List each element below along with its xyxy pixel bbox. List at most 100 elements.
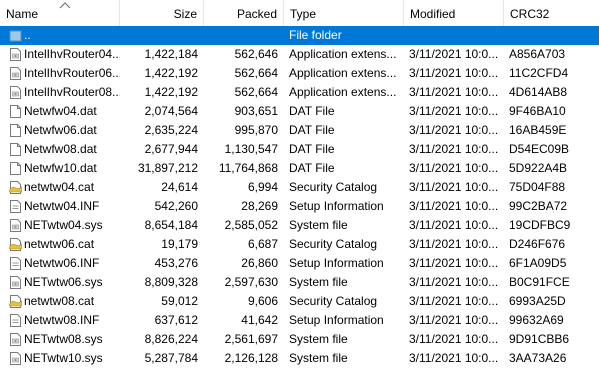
table-row[interactable]: netwtw06.cat 19,179 6,687 Security Catalog 3…: [0, 235, 599, 254]
setup-info-icon: [10, 200, 21, 213]
row-modified: 3/11/2021 10:0...: [409, 294, 499, 308]
row-modified: 3/11/2021 10:0...: [409, 142, 499, 156]
row-size: 8,809,328: [144, 275, 198, 289]
table-row[interactable]: Netwtw04.INF 542,260 28,269 Setup Informati…: [0, 197, 599, 216]
row-type: Application extens...: [289, 66, 397, 80]
column-header-crc32[interactable]: CRC32: [504, 0, 599, 26]
row-type: Application extens...: [289, 47, 397, 61]
folder-up-icon: [9, 30, 22, 42]
row-packed: 26,860: [241, 256, 278, 270]
table-row[interactable]: IntelIhvRouter06... 1,422,192 562,664 Appli…: [0, 64, 599, 83]
row-packed: 562,664: [234, 66, 278, 80]
column-header-type[interactable]: Type: [284, 0, 404, 26]
row-packed: 2,126,128: [224, 351, 278, 365]
row-packed: 562,646: [234, 47, 278, 61]
row-modified: 3/11/2021 10:0...: [409, 313, 499, 327]
row-name: Netwtw06.INF: [24, 256, 100, 270]
row-crc32: 3AA73A26: [509, 351, 567, 365]
row-packed: [198, 26, 278, 45]
row-type: System file: [289, 351, 348, 365]
table-row[interactable]: NETwtw08.sys 8,826,224 2,561,697 System fil…: [0, 330, 599, 349]
row-type: Security Catalog: [289, 180, 378, 194]
row-name: netwtw04.cat: [24, 180, 95, 194]
table-row[interactable]: netwtw04.cat 24,614 6,994 Security Catalog 3…: [0, 178, 599, 197]
file-icon: [10, 143, 21, 156]
row-size: 8,826,224: [144, 332, 198, 346]
row-crc32: 4D614AB8: [509, 85, 568, 99]
row-modified: 3/11/2021 10:0...: [409, 218, 499, 232]
column-header-name[interactable]: Name: [0, 0, 120, 26]
table-row[interactable]: Netwfw10.dat 31,897,212 11,764,868 DAT File…: [0, 159, 599, 178]
row-size: 2,074,564: [144, 104, 198, 118]
row-name: netwtw08.cat: [24, 294, 95, 308]
row-crc32: 16AB459E: [509, 123, 567, 137]
table-row[interactable]: NETwtw04.sys 8,654,184 2,585,052 System fil…: [0, 216, 599, 235]
row-size: 31,897,212: [137, 161, 198, 175]
column-header-packed[interactable]: Packed: [204, 0, 284, 26]
table-row[interactable]: Netwfw06.dat 2,635,224 995,870 DAT File 3/11…: [0, 121, 599, 140]
row-crc32: 19CDFBC9: [509, 218, 571, 232]
security-catalog-icon: [9, 181, 22, 194]
table-row[interactable]: Netwfw04.dat 2,074,564 903,651 DAT File 3/11…: [0, 102, 599, 121]
row-type: Security Catalog: [289, 237, 378, 251]
row-modified: 3/11/2021 10:0...: [409, 256, 499, 270]
row-packed: 2,597,630: [224, 275, 278, 289]
row-modified: 3/11/2021 10:0...: [409, 199, 499, 213]
row-name: NETwtw08.sys: [24, 332, 103, 346]
row-name: Netwfw06.dat: [24, 123, 97, 137]
table-row[interactable]: .. File folder: [0, 26, 599, 45]
row-name: Netwtw04.INF: [24, 199, 100, 213]
column-header-size[interactable]: Size: [120, 0, 204, 26]
row-size: 542,260: [154, 199, 198, 213]
row-size: [120, 26, 198, 45]
row-packed: 903,651: [234, 104, 278, 118]
row-crc32: [509, 26, 599, 45]
row-type: Setup Information: [289, 313, 384, 327]
table-row[interactable]: netwtw08.cat 59,012 9,606 Security Catalog 3…: [0, 292, 599, 311]
row-crc32: 6993A25D: [509, 294, 566, 308]
table-row[interactable]: NETwtw06.sys 8,809,328 2,597,630 System fil…: [0, 273, 599, 292]
dll-file-icon: [10, 86, 21, 99]
row-size: 1,422,192: [144, 66, 198, 80]
row-size: 5,287,784: [144, 351, 198, 365]
file-icon: [10, 162, 21, 175]
security-catalog-icon: [9, 295, 22, 308]
table-row[interactable]: NETwtw10.sys 5,287,784 2,126,128 System fil…: [0, 349, 599, 368]
row-name: IntelIhvRouter08...: [24, 85, 120, 99]
table-row[interactable]: Netwtw06.INF 453,276 26,860 Setup Informati…: [0, 254, 599, 273]
row-modified: 3/11/2021 10:0...: [409, 351, 499, 365]
row-name: Netwfw10.dat: [24, 161, 97, 175]
row-packed: 2,585,052: [224, 218, 278, 232]
row-type: File folder: [289, 28, 342, 42]
row-crc32: 99632A69: [509, 313, 564, 327]
table-row[interactable]: IntelIhvRouter08... 1,422,192 562,664 Appli…: [0, 83, 599, 102]
row-crc32: D54EC09B: [509, 142, 570, 156]
system-file-icon: [10, 333, 21, 346]
system-file-icon: [10, 352, 21, 365]
row-size: 24,614: [161, 180, 198, 194]
row-type: Application extens...: [289, 85, 397, 99]
row-packed: 995,870: [234, 123, 278, 137]
table-row[interactable]: Netwtw08.INF 637,612 41,642 Setup Informati…: [0, 311, 599, 330]
row-size: 59,012: [161, 294, 198, 308]
row-name: netwtw06.cat: [24, 237, 95, 251]
row-type: DAT File: [289, 123, 335, 137]
row-crc32: 9F46BA10: [509, 104, 566, 118]
table-row[interactable]: IntelIhvRouter04... 1,422,184 562,646 Appli…: [0, 45, 599, 64]
row-modified: 3/11/2021 10:0...: [409, 237, 499, 251]
row-size: 2,677,944: [144, 142, 198, 156]
column-header-modified[interactable]: Modified: [404, 0, 504, 26]
row-name: NETwtw04.sys: [24, 218, 103, 232]
row-crc32: 11C2CFD4: [509, 66, 569, 80]
row-type: DAT File: [289, 161, 335, 175]
table-row[interactable]: Netwfw08.dat 2,677,944 1,130,547 DAT File 3/…: [0, 140, 599, 159]
row-crc32: B0C91FCE: [509, 275, 570, 289]
row-size: 8,654,184: [144, 218, 198, 232]
row-name: ..: [24, 28, 31, 42]
row-crc32: D246F676: [509, 237, 566, 251]
file-list: .. File folder IntelIhvRouter04... 1,422,18…: [0, 26, 599, 368]
row-size: 19,179: [161, 237, 198, 251]
row-packed: 9,606: [247, 294, 278, 308]
security-catalog-icon: [9, 238, 22, 251]
row-size: 453,276: [154, 256, 198, 270]
